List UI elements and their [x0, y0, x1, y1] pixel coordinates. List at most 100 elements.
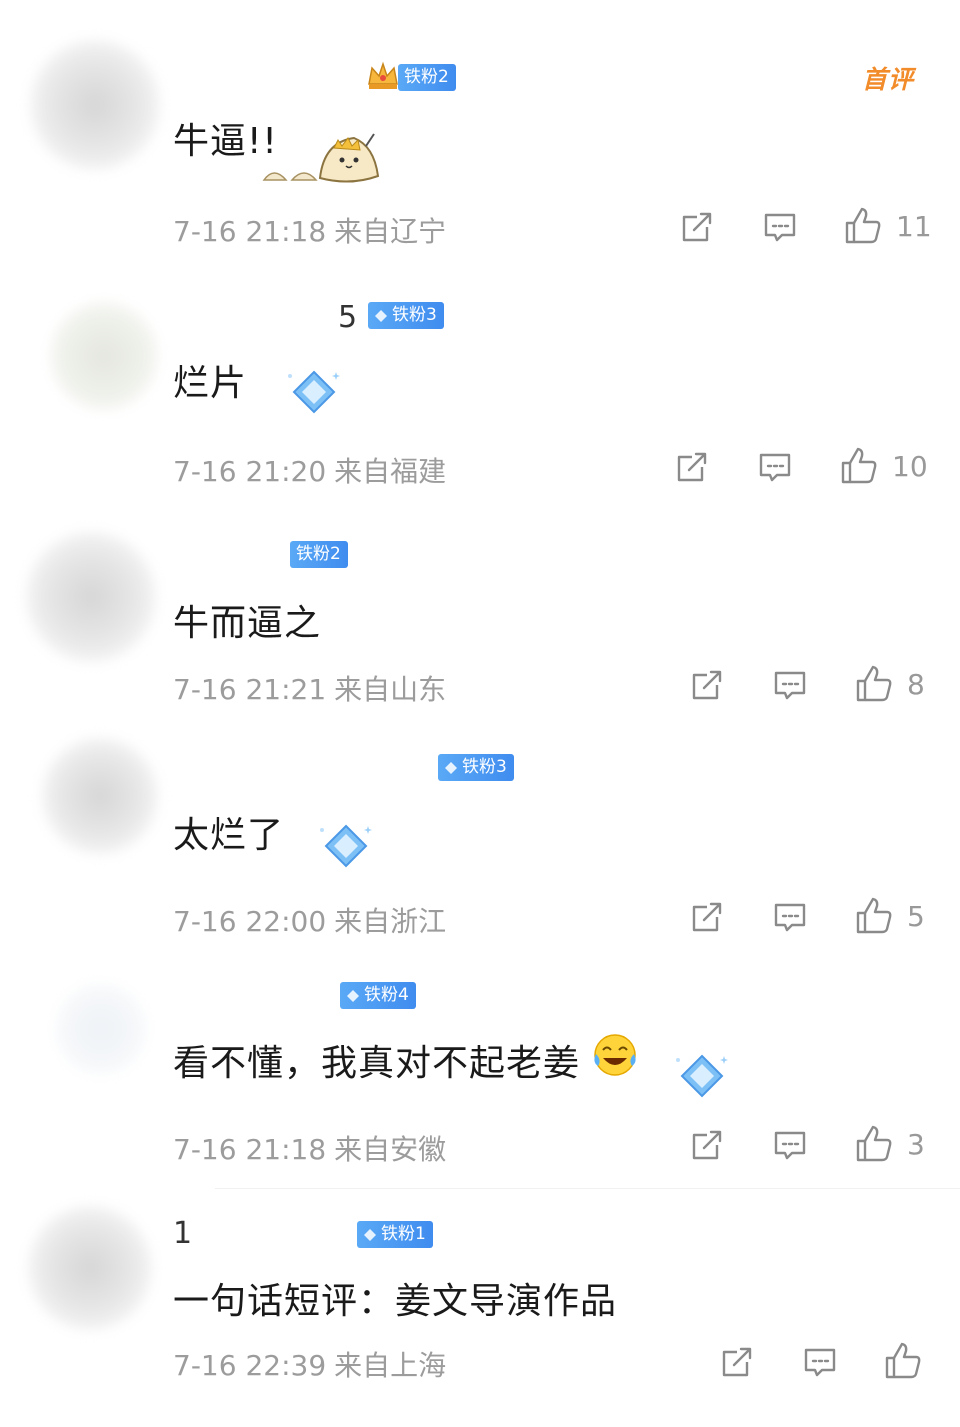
like-button[interactable]: 11: [842, 205, 932, 247]
reply-button[interactable]: [755, 447, 795, 487]
comment-item: 铁粉4 看不懂，我真对不起老姜 7-16 21:18 来自安徽 3: [0, 970, 960, 1188]
username[interactable]: 5: [338, 300, 357, 335]
comment-icon: [804, 1348, 836, 1377]
like-button[interactable]: 3: [853, 1123, 925, 1165]
fan-badge[interactable]: 铁粉3: [368, 302, 444, 329]
avatar[interactable]: [28, 1206, 152, 1330]
like-button[interactable]: 5: [853, 895, 925, 937]
like-count: 10: [892, 449, 928, 483]
like-count: 3: [907, 1127, 925, 1161]
comment-icon: [774, 1131, 806, 1160]
dumpling-sticker-icon: [262, 128, 384, 186]
fan-badge[interactable]: 铁粉2: [398, 64, 456, 91]
like-count: 5: [907, 899, 925, 933]
comment-icon: [774, 903, 806, 932]
avatar[interactable]: [26, 532, 156, 662]
like-count: 8: [907, 667, 925, 701]
comment-time: 7-16 22:39: [173, 1349, 327, 1382]
reply-button[interactable]: [760, 207, 800, 247]
fan-badge[interactable]: 铁粉2: [290, 541, 348, 568]
comment-meta: 7-16 21:21 来自山东: [173, 668, 446, 708]
comment-location: 来自辽宁: [334, 215, 447, 248]
fan-badge[interactable]: 铁粉1: [357, 1221, 433, 1248]
comment-time: 7-16 21:20: [173, 455, 327, 488]
comment-text: 牛而逼之: [173, 603, 322, 644]
reply-button[interactable]: [800, 1342, 840, 1382]
thumbs-up-icon: [856, 897, 892, 934]
crown-icon: [365, 58, 401, 94]
share-button[interactable]: [672, 447, 712, 487]
share-icon: [677, 452, 707, 482]
share-button[interactable]: [717, 1342, 757, 1382]
avatar[interactable]: [56, 984, 146, 1074]
fan-badge-label: 铁粉2: [296, 544, 341, 564]
like-button[interactable]: 8: [853, 663, 925, 705]
share-button[interactable]: [677, 207, 717, 247]
comment-icon: [774, 671, 806, 700]
comment-location: 来自福建: [334, 455, 447, 488]
fan-badge-label: 铁粉4: [364, 985, 409, 1005]
comment-item: 5 铁粉3 烂片 7-16 21:20 来自福建 10: [0, 270, 960, 510]
like-button[interactable]: 10: [838, 445, 928, 487]
thumbs-up-icon: [845, 207, 881, 244]
diamond-sticker-icon: [316, 820, 376, 874]
comment-item: 铁粉2 牛而逼之 7-16 21:21 来自山东 8: [0, 510, 960, 730]
share-button[interactable]: [687, 665, 727, 705]
thumbs-up-icon: [856, 665, 892, 702]
like-count: 11: [896, 209, 932, 243]
fan-badge-label: 铁粉3: [462, 757, 507, 777]
reply-button[interactable]: [770, 897, 810, 937]
comment-location: 来自安徽: [334, 1133, 447, 1166]
comment-text: 烂片: [173, 363, 248, 404]
share-button[interactable]: [687, 897, 727, 937]
comment-text: 看不懂，我真对不起老姜: [173, 1043, 581, 1084]
comment-time: 7-16 21:21: [173, 673, 327, 706]
first-comment-tag: 首评: [861, 65, 914, 94]
comment-location: 来自山东: [334, 673, 447, 706]
laughing-crying-emoji-icon: [592, 1032, 638, 1078]
comment-meta: 7-16 21:18 来自安徽: [173, 1128, 446, 1168]
comment-meta: 7-16 22:00 来自浙江: [173, 900, 446, 940]
diamond-sticker-icon: [284, 366, 344, 420]
fan-badge-label: 铁粉1: [381, 1224, 426, 1244]
fan-badge[interactable]: 铁粉3: [438, 754, 514, 781]
diamond-icon: [364, 1228, 376, 1241]
share-button[interactable]: [687, 1125, 727, 1165]
comment-text: 太烂了: [173, 815, 285, 856]
reply-button[interactable]: [770, 1125, 810, 1165]
fan-badge[interactable]: 铁粉4: [340, 982, 416, 1009]
fan-badge-label: 铁粉2: [404, 67, 449, 87]
comment-time: 7-16 21:18: [173, 215, 327, 248]
fan-badge-label: 铁粉3: [392, 305, 437, 325]
comment-icon: [759, 453, 791, 482]
comment-item: 1 铁粉1 一句话短评：姜文导演作品 7-16 22:39 来自上海: [0, 1190, 960, 1427]
diamond-icon: [347, 989, 359, 1002]
share-icon: [692, 670, 722, 700]
diamond-icon: [445, 761, 457, 774]
thumbs-up-icon: [841, 447, 877, 484]
share-icon: [682, 212, 712, 242]
comment-icon: [764, 213, 796, 242]
username[interactable]: 1: [173, 1216, 192, 1251]
share-icon: [692, 1130, 722, 1160]
comment-item: 铁粉2 首评 牛逼!! 7-16 21:18 来自辽宁 11: [0, 0, 960, 270]
reply-button[interactable]: [770, 665, 810, 705]
comment-meta: 7-16 21:20 来自福建: [173, 450, 446, 490]
share-icon: [722, 1347, 752, 1377]
comment-location: 来自上海: [334, 1349, 447, 1382]
avatar[interactable]: [42, 738, 158, 854]
like-button[interactable]: [882, 1340, 936, 1382]
comment-item: 铁粉3 太烂了 7-16 22:00 来自浙江 5: [0, 730, 960, 970]
comment-meta: 7-16 21:18 来自辽宁: [173, 210, 446, 250]
share-icon: [692, 902, 722, 932]
avatar[interactable]: [30, 40, 160, 170]
avatar[interactable]: [50, 302, 158, 410]
comment-time: 7-16 22:00: [173, 905, 327, 938]
comment-time: 7-16 21:18: [173, 1133, 327, 1166]
comment-text: 一句话短评：姜文导演作品: [173, 1281, 618, 1322]
divider: [215, 1188, 960, 1189]
thumbs-up-icon: [885, 1342, 921, 1379]
thumbs-up-icon: [856, 1125, 892, 1162]
comment-location: 来自浙江: [334, 905, 447, 938]
diamond-sticker-icon: [672, 1050, 732, 1104]
